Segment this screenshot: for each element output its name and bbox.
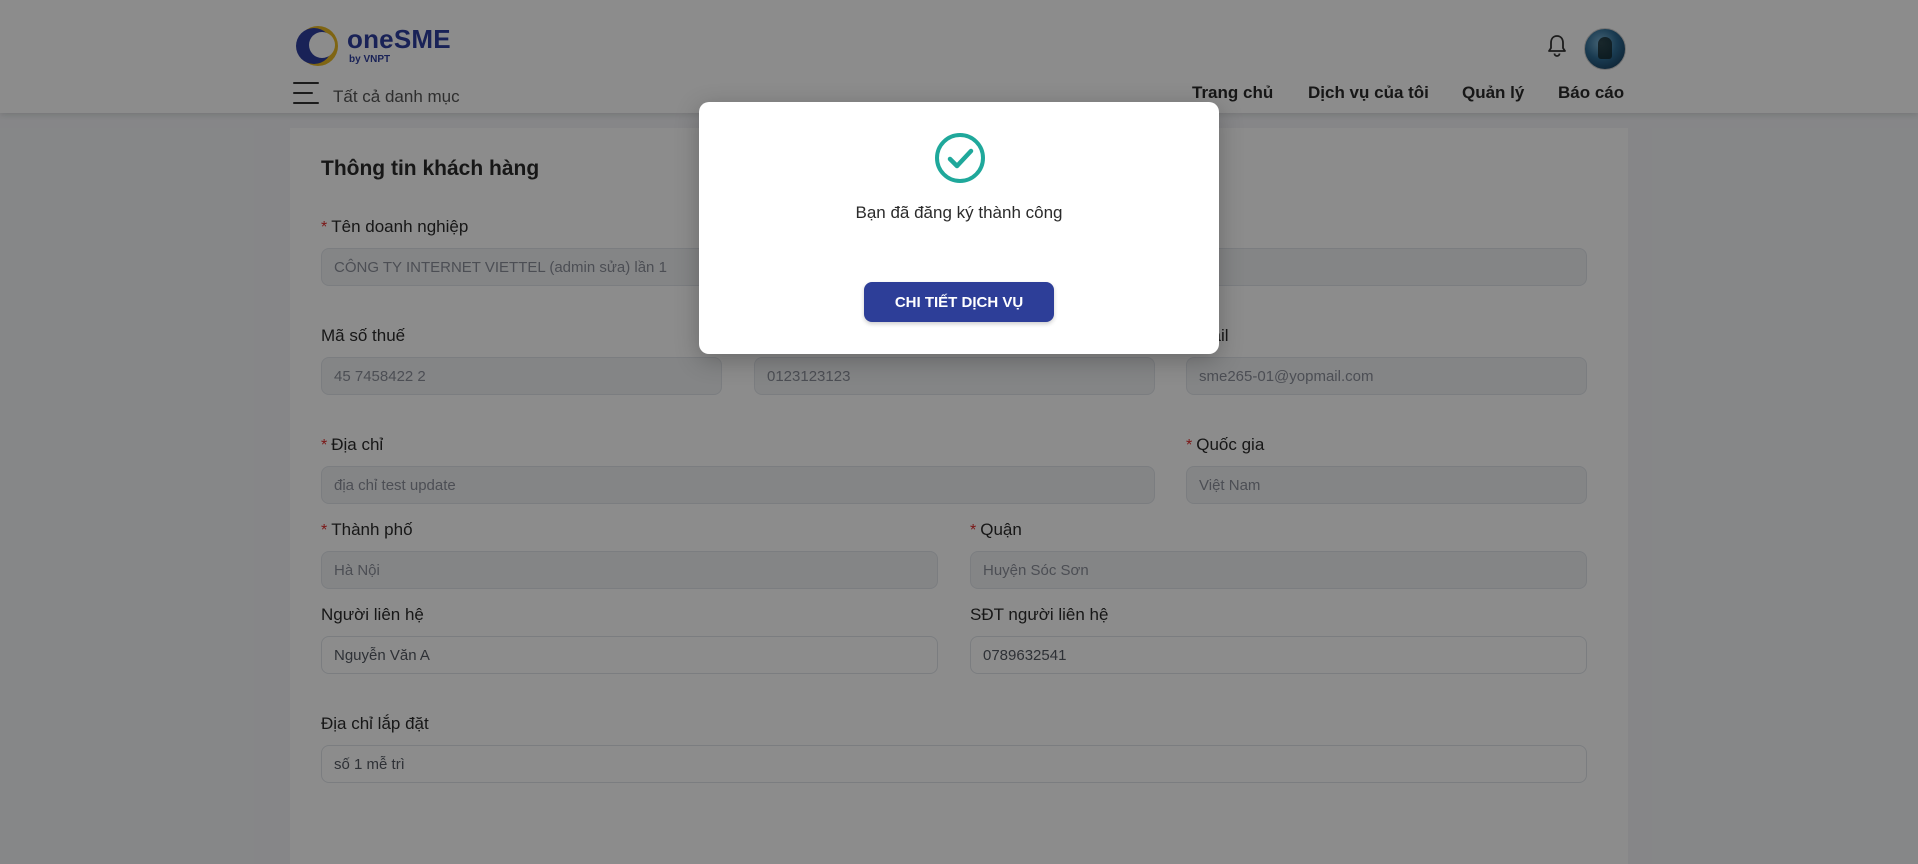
service-details-button[interactable]: CHI TIẾT DỊCH VỤ xyxy=(864,282,1054,322)
success-modal: Bạn đã đăng ký thành công CHI TIẾT DỊCH … xyxy=(699,102,1219,354)
success-message: Bạn đã đăng ký thành công xyxy=(855,203,1063,222)
check-circle-icon xyxy=(935,133,985,183)
